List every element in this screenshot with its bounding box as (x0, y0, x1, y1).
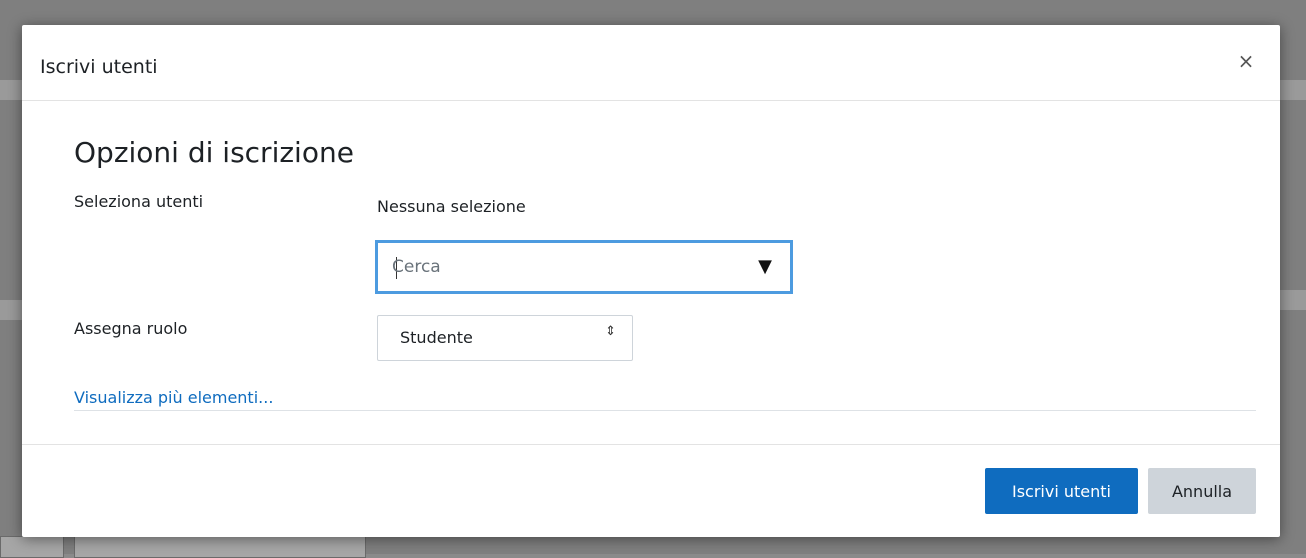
cancel-button[interactable]: Annulla (1148, 468, 1256, 514)
background-input (0, 536, 64, 558)
background-stripe (0, 80, 22, 100)
select-users-label: Seleziona utenti (74, 192, 204, 211)
modal-header: Iscrivi utenti × (22, 25, 1280, 101)
selection-status: Nessuna selezione (377, 197, 526, 216)
divider (74, 410, 1256, 411)
user-search-autocomplete[interactable]: ▼ (375, 240, 793, 294)
close-icon[interactable]: × (1234, 49, 1258, 73)
section-heading: Opzioni di iscrizione (74, 136, 354, 169)
show-more-link[interactable]: Visualizza più elementi... (74, 388, 273, 407)
background-stripe (0, 300, 22, 320)
dropdown-arrow-icon[interactable]: ▼ (758, 256, 772, 277)
select-arrows-icon: ⇕ (605, 324, 616, 339)
background-stripe (1280, 80, 1306, 100)
role-select-value: Studente (400, 328, 473, 347)
background-stripe (1280, 290, 1306, 310)
role-select[interactable]: Studente ⇕ (377, 315, 633, 361)
background-input (74, 536, 366, 558)
user-search-input[interactable] (392, 255, 732, 279)
enrol-users-modal: Iscrivi utenti × Opzioni di iscrizione S… (22, 25, 1280, 537)
enrol-users-button[interactable]: Iscrivi utenti (985, 468, 1138, 514)
modal-title: Iscrivi utenti (40, 56, 158, 78)
assign-role-label: Assegna ruolo (74, 319, 188, 338)
modal-footer-divider (22, 444, 1280, 445)
